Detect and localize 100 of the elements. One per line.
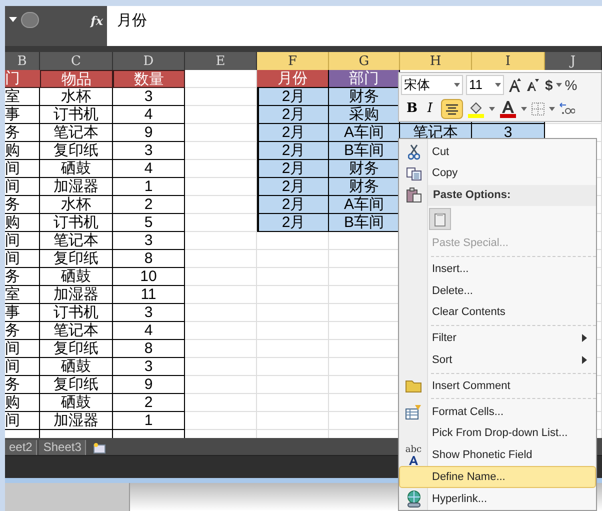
currency-button[interactable]: $ bbox=[545, 74, 553, 96]
column-header[interactable]: I bbox=[472, 52, 545, 70]
table-cell: 购 bbox=[5, 394, 40, 412]
clipboard-icon bbox=[406, 187, 422, 204]
table-cell bbox=[185, 268, 257, 286]
table-cell: 加湿器 bbox=[40, 286, 113, 304]
menu-item[interactable]: Sort bbox=[399, 349, 596, 372]
column-header[interactable]: H bbox=[400, 52, 472, 70]
menu-item[interactable]: Define Name... bbox=[399, 466, 596, 488]
dropdown-arrow-icon[interactable] bbox=[489, 107, 495, 111]
table-cell: 2 bbox=[113, 394, 185, 412]
table-cell: 8 bbox=[113, 340, 185, 358]
menu-item[interactable]: Copy bbox=[399, 162, 596, 185]
menu-item[interactable]: abc Show Phonetic Field bbox=[399, 444, 596, 466]
table-cell: 水杯 bbox=[40, 196, 113, 214]
table-cell: 务 bbox=[5, 376, 40, 394]
fill-color-icon[interactable] bbox=[467, 100, 485, 118]
table-cell: 3 bbox=[113, 142, 185, 160]
table-cell: 订书机 bbox=[40, 304, 113, 322]
menu-item[interactable]: Insert... bbox=[399, 258, 596, 280]
italic-button[interactable]: I bbox=[423, 99, 437, 119]
name-box[interactable]: fx bbox=[5, 6, 107, 46]
percent-button[interactable]: % bbox=[564, 74, 578, 96]
table-cell: A车间 bbox=[329, 124, 400, 142]
table-cell: 财务 bbox=[329, 178, 400, 196]
table-cell bbox=[185, 322, 257, 340]
column-header[interactable]: B bbox=[5, 52, 40, 70]
submenu-arrow-icon bbox=[582, 356, 587, 364]
font-size-dropdown[interactable]: 11 bbox=[466, 75, 504, 95]
sheet-tab[interactable]: eet2 bbox=[5, 440, 38, 455]
shrink-font-icon[interactable] bbox=[526, 78, 539, 92]
table-cell bbox=[185, 286, 257, 304]
paste-option-button[interactable] bbox=[429, 208, 451, 230]
column-header[interactable]: D bbox=[113, 52, 185, 70]
table-cell bbox=[257, 412, 329, 430]
menu-item[interactable]: Cut bbox=[399, 141, 596, 163]
table-cell: 9 bbox=[113, 124, 185, 142]
dropdown-arrow-icon[interactable] bbox=[556, 83, 562, 87]
comment-icon bbox=[405, 379, 422, 394]
table-cell: 务 bbox=[5, 322, 40, 340]
column-header[interactable]: C bbox=[40, 52, 113, 70]
decimal-icon[interactable] bbox=[559, 102, 575, 116]
menu-item[interactable]: Format Cells... bbox=[399, 400, 596, 423]
table-cell: 2月 bbox=[257, 124, 329, 142]
table-cell: 3 bbox=[113, 358, 185, 376]
table-cell bbox=[185, 304, 257, 322]
table-cell: 笔记本 bbox=[40, 322, 113, 340]
table-cell: 4 bbox=[113, 106, 185, 124]
formula-value[interactable]: 月份 bbox=[117, 12, 147, 29]
table-cell: 硒鼓 bbox=[40, 358, 113, 376]
table-cell: 2月 bbox=[257, 178, 329, 196]
table-cell: 务 bbox=[5, 268, 40, 286]
menu-item[interactable]: Filter bbox=[399, 328, 596, 350]
column-header[interactable]: J bbox=[545, 52, 602, 70]
function-label[interactable]: fx bbox=[90, 12, 103, 30]
menu-item[interactable]: Delete... bbox=[399, 280, 596, 302]
borders-icon[interactable] bbox=[531, 102, 545, 116]
header-cell: 门 bbox=[5, 70, 40, 88]
copy-icon bbox=[406, 166, 422, 181]
column-header[interactable]: F bbox=[257, 52, 329, 70]
header-cell: 数量 bbox=[113, 70, 185, 88]
menu-item[interactable]: Insert Comment bbox=[399, 375, 596, 397]
font-name-dropdown[interactable]: 宋体 bbox=[401, 75, 463, 95]
icon-label: abc bbox=[405, 446, 422, 455]
table-cell bbox=[185, 358, 257, 376]
menu-item[interactable]: Clear Contents bbox=[399, 302, 596, 324]
bold-button[interactable]: B bbox=[405, 99, 419, 119]
format-cells-icon bbox=[404, 404, 422, 420]
table-cell: 购 bbox=[5, 214, 40, 232]
table-cell bbox=[185, 394, 257, 412]
dropdown-arrow-icon bbox=[454, 83, 460, 87]
table-cell: 2月 bbox=[257, 142, 329, 160]
table-cell: 3 bbox=[113, 232, 185, 250]
table-cell bbox=[257, 340, 329, 358]
font-size: 11 bbox=[469, 76, 482, 94]
submenu-arrow-icon bbox=[582, 334, 587, 342]
table-cell: 3 bbox=[113, 88, 185, 106]
table-cell: 复印纸 bbox=[40, 376, 113, 394]
table-cell: 2月 bbox=[257, 160, 329, 178]
dropdown-arrow-icon[interactable] bbox=[521, 107, 527, 111]
table-cell: 室 bbox=[5, 286, 40, 304]
sheet-tab[interactable]: Sheet3 bbox=[39, 440, 86, 455]
table-cell bbox=[257, 376, 329, 394]
table-cell: 间 bbox=[5, 250, 40, 268]
table-cell: 购 bbox=[5, 142, 40, 160]
table-cell: 9 bbox=[113, 376, 185, 394]
column-header[interactable]: E bbox=[185, 52, 257, 70]
column-header[interactable]: G bbox=[329, 52, 400, 70]
align-center-icon bbox=[446, 104, 458, 114]
table-cell: 笔记本 bbox=[40, 232, 113, 250]
table-cell: 2 bbox=[113, 196, 185, 214]
menu-item[interactable]: Pick From Drop-down List... bbox=[399, 422, 596, 445]
table-cell: 5 bbox=[113, 214, 185, 232]
font-color-icon[interactable] bbox=[499, 100, 517, 118]
table-cell: 1 bbox=[113, 178, 185, 196]
grow-font-icon[interactable] bbox=[507, 77, 523, 93]
table-cell: 4 bbox=[113, 322, 185, 340]
table-cell: 采购 bbox=[329, 106, 400, 124]
center-align-button[interactable] bbox=[441, 99, 463, 119]
dropdown-arrow-icon[interactable] bbox=[549, 107, 555, 111]
